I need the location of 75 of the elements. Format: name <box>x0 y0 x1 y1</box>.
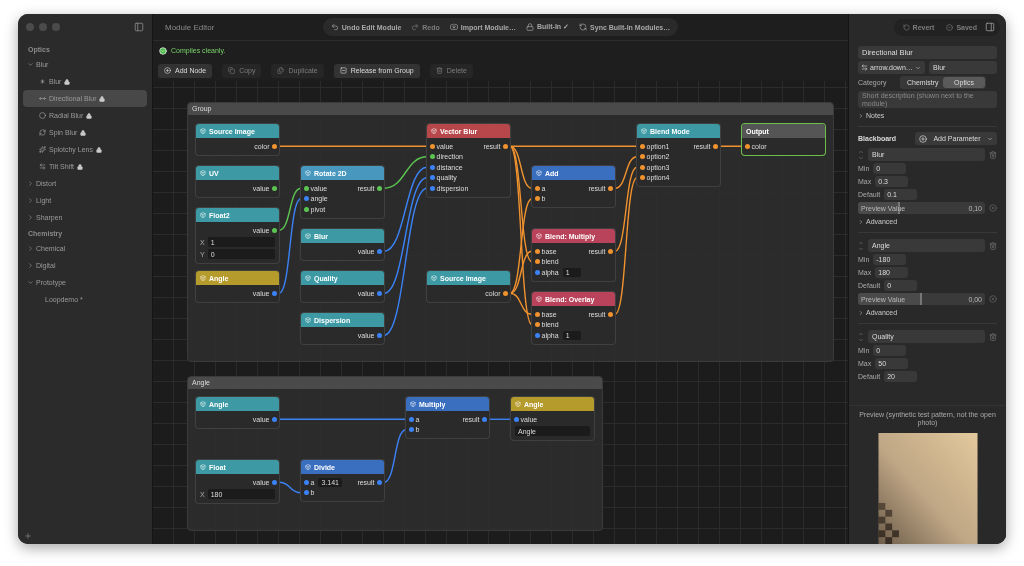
add-icon[interactable] <box>24 532 32 540</box>
sync-icon <box>579 23 588 31</box>
inspector-toggle-icon[interactable] <box>985 22 995 32</box>
plus-icon <box>164 67 171 74</box>
trash-icon[interactable] <box>989 150 997 159</box>
box-icon <box>305 464 311 470</box>
box-icon <box>536 296 542 302</box>
output-port[interactable] <box>712 143 718 149</box>
wire <box>488 418 512 420</box>
box-icon <box>536 233 542 239</box>
output-port[interactable] <box>271 479 277 485</box>
asterisk-icon <box>39 78 46 85</box>
trash-icon[interactable] <box>989 332 997 341</box>
output-port[interactable] <box>607 185 613 191</box>
box-icon <box>200 275 206 281</box>
output-port[interactable] <box>502 290 508 296</box>
minus-icon <box>339 67 347 74</box>
wire <box>719 145 743 147</box>
output-port[interactable] <box>376 185 382 191</box>
box-icon <box>641 128 647 134</box>
box-icon <box>410 401 416 407</box>
chevron-right-icon <box>858 218 864 225</box>
wire <box>383 429 407 483</box>
chevron-right-icon <box>858 112 864 119</box>
check-icon <box>946 23 954 31</box>
output-port[interactable] <box>271 143 277 149</box>
chevron-down-icon <box>987 135 993 142</box>
sparkles-icon <box>39 146 46 153</box>
output-port[interactable] <box>376 332 382 338</box>
input-port[interactable] <box>744 143 750 149</box>
output-port[interactable] <box>607 311 613 317</box>
circle-icon <box>39 112 46 119</box>
output-port[interactable] <box>607 248 613 254</box>
box-icon <box>536 170 542 176</box>
output-port[interactable] <box>376 248 382 254</box>
copy-icon <box>228 67 236 74</box>
trash-icon[interactable] <box>989 241 997 250</box>
import-icon <box>449 23 458 31</box>
box-icon <box>200 128 206 134</box>
sidebar-toggle-icon[interactable] <box>134 22 144 32</box>
revert-icon <box>902 23 910 31</box>
arrows-icon <box>39 95 46 102</box>
output-port[interactable] <box>271 185 277 191</box>
box-icon <box>305 170 311 176</box>
plus-icon <box>919 134 927 143</box>
box-icon <box>200 170 206 176</box>
box-icon <box>515 401 521 407</box>
output-port[interactable] <box>271 227 277 233</box>
box-icon <box>305 317 311 323</box>
input-port[interactable] <box>513 416 519 422</box>
output-port[interactable] <box>502 143 508 149</box>
box-icon <box>431 128 437 134</box>
trash-icon <box>435 67 443 74</box>
refresh-icon <box>39 129 46 136</box>
chevron-right-icon <box>858 309 864 316</box>
redo-icon <box>411 23 420 31</box>
window-title: Module Editor <box>165 22 216 32</box>
box-icon <box>305 275 311 281</box>
chevron-down-icon <box>914 64 921 71</box>
output-port[interactable] <box>271 416 277 422</box>
output-port[interactable] <box>481 416 487 422</box>
box-icon <box>200 464 206 470</box>
box-icon <box>305 233 311 239</box>
arrows-icon <box>39 163 46 170</box>
box-icon <box>200 401 206 407</box>
output-port[interactable] <box>271 290 277 296</box>
arrows-icon <box>861 64 868 71</box>
wire <box>278 481 302 494</box>
duplicate-icon <box>277 67 285 74</box>
box-icon <box>431 275 437 281</box>
output-port[interactable] <box>376 290 382 296</box>
lock-icon <box>526 23 534 31</box>
box-icon <box>200 212 206 218</box>
undo-icon <box>330 23 339 31</box>
output-port[interactable] <box>376 479 382 485</box>
